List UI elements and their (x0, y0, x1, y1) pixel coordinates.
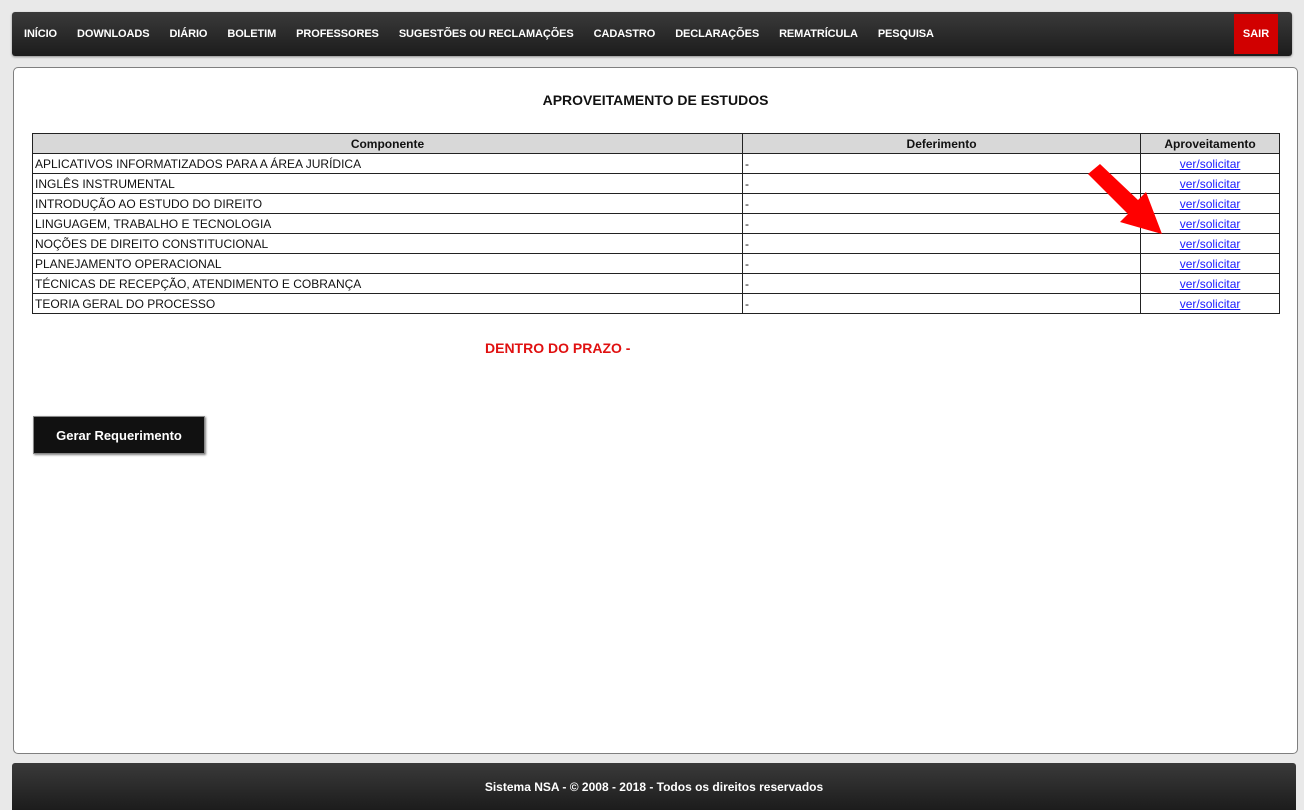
footer: Sistema NSA - © 2008 - 2018 - Todos os d… (12, 763, 1296, 810)
aproveitamento-cell: ver/solicitar (1140, 273, 1280, 294)
aproveitamento-cell: ver/solicitar (1140, 253, 1280, 274)
ver-solicitar-link[interactable]: ver/solicitar (1180, 277, 1241, 291)
column-header-componente: Componente (32, 133, 743, 154)
ver-solicitar-link[interactable]: ver/solicitar (1180, 157, 1241, 171)
table-row: PLANEJAMENTO OPERACIONAL - ver/solicitar (32, 253, 1280, 274)
componente-cell: APLICATIVOS INFORMATIZADOS PARA A ÁREA J… (32, 153, 743, 174)
column-header-deferimento: Deferimento (741, 133, 1142, 154)
aproveitamento-cell: ver/solicitar (1140, 293, 1280, 314)
table-row: TEORIA GERAL DO PROCESSO - ver/solicitar (32, 293, 1280, 314)
nav-item-downloads[interactable]: DOWNLOADS (77, 28, 150, 40)
componente-cell: PLANEJAMENTO OPERACIONAL (32, 253, 743, 274)
ver-solicitar-link[interactable]: ver/solicitar (1180, 237, 1241, 251)
table-header-row: Componente Deferimento Aproveitamento (32, 133, 1280, 154)
componente-cell: TÉCNICAS DE RECEPÇÃO, ATENDIMENTO E COBR… (32, 273, 743, 294)
nav-item-inicio[interactable]: INÍCIO (24, 28, 57, 40)
nav-item-declaracoes[interactable]: DECLARAÇÕES (675, 28, 759, 40)
deferimento-cell: - (741, 273, 1142, 294)
componente-cell: NOÇÕES DE DIREITO CONSTITUCIONAL (32, 233, 743, 254)
nav-item-boletim[interactable]: BOLETIM (227, 28, 276, 40)
nav-item-professores[interactable]: PROFESSORES (296, 28, 379, 40)
red-arrow-icon (1088, 164, 1162, 234)
ver-solicitar-link[interactable]: ver/solicitar (1180, 217, 1241, 231)
status-text: DENTRO DO PRAZO - (485, 340, 631, 356)
main-panel: APROVEITAMENTO DE ESTUDOS Componente Def… (13, 67, 1298, 754)
column-header-aproveitamento: Aproveitamento (1140, 133, 1280, 154)
deferimento-cell: - (741, 253, 1142, 274)
logout-button[interactable]: SAIR (1234, 14, 1278, 54)
nav-item-cadastro[interactable]: CADASTRO (594, 28, 656, 40)
nav-item-rematricula[interactable]: REMATRÍCULA (779, 28, 858, 40)
nav-item-pesquisa[interactable]: PESQUISA (878, 28, 934, 40)
componente-cell: INGLÊS INSTRUMENTAL (32, 173, 743, 194)
componente-cell: LINGUAGEM, TRABALHO E TECNOLOGIA (32, 213, 743, 234)
top-navbar: INÍCIO DOWNLOADS DIÁRIO BOLETIM PROFESSO… (12, 12, 1292, 56)
table-row: TÉCNICAS DE RECEPÇÃO, ATENDIMENTO E COBR… (32, 273, 1280, 294)
ver-solicitar-link[interactable]: ver/solicitar (1180, 177, 1241, 191)
nav-item-diario[interactable]: DIÁRIO (169, 28, 207, 40)
gerar-requerimento-button[interactable]: Gerar Requerimento (33, 416, 205, 454)
ver-solicitar-link[interactable]: ver/solicitar (1180, 197, 1241, 211)
ver-solicitar-link[interactable]: ver/solicitar (1180, 257, 1241, 271)
nav-menu: INÍCIO DOWNLOADS DIÁRIO BOLETIM PROFESSO… (12, 12, 954, 56)
page-title: APROVEITAMENTO DE ESTUDOS (542, 92, 769, 108)
componente-cell: TEORIA GERAL DO PROCESSO (32, 293, 743, 314)
ver-solicitar-link[interactable]: ver/solicitar (1180, 297, 1241, 311)
footer-text: Sistema NSA - © 2008 - 2018 - Todos os d… (484, 779, 824, 794)
nav-item-sugestoes[interactable]: SUGESTÕES OU RECLAMAÇÕES (399, 28, 574, 40)
deferimento-cell: - (741, 293, 1142, 314)
componente-cell: INTRODUÇÃO AO ESTUDO DO DIREITO (32, 193, 743, 214)
